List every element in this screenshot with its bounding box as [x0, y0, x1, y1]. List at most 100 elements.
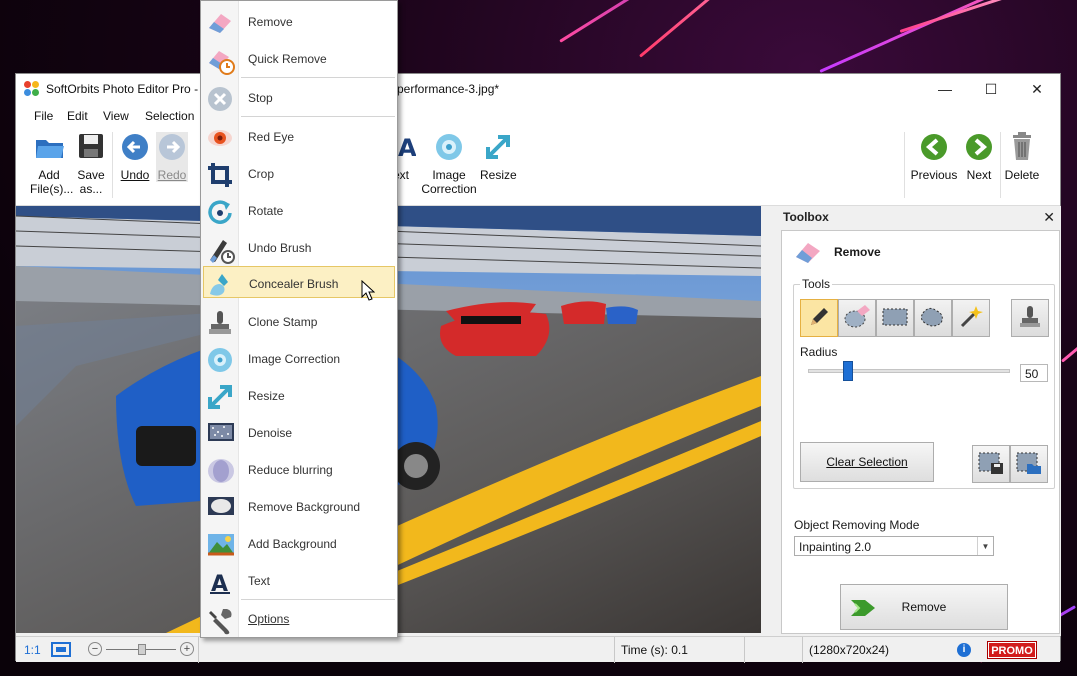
next-label: Next: [966, 168, 992, 182]
radius-value-field[interactable]: 50: [1020, 364, 1048, 382]
zoom-ratio-button[interactable]: 1:1: [24, 643, 41, 657]
lasso-tool-button[interactable]: [914, 299, 952, 337]
save-selection-icon: [977, 451, 1005, 478]
remove-button[interactable]: Remove: [840, 584, 1008, 630]
rectangle-select-icon: [881, 306, 909, 331]
menu-item-label: Resize: [248, 389, 285, 403]
menu-item-rotate[interactable]: Rotate: [203, 194, 395, 226]
zoom-out-icon[interactable]: −: [88, 642, 102, 656]
image-correction-button[interactable]: Image Correction: [418, 132, 480, 196]
image-correction-icon: [207, 347, 233, 373]
undo-label: Undo: [120, 168, 150, 182]
magic-wand-tool-button[interactable]: [952, 299, 990, 337]
menu-file[interactable]: File: [34, 109, 53, 123]
clear-selection-button[interactable]: Clear Selection: [800, 442, 934, 482]
object-mode-select[interactable]: Inpainting 2.0 ▼: [794, 536, 994, 556]
pencil-tool-button[interactable]: [800, 299, 838, 337]
crop-icon: [207, 162, 233, 188]
add-files-label-1: Add: [38, 168, 60, 182]
menu-item-label: Options: [248, 612, 290, 626]
menu-item-reduce-blurring[interactable]: Reduce blurring: [203, 453, 395, 485]
menu-item-label: Rotate: [248, 204, 284, 218]
menu-item-label: Red Eye: [248, 130, 295, 144]
image-correction-icon: [434, 132, 464, 162]
menu-separator: [241, 116, 395, 117]
radius-value: 50: [1025, 367, 1039, 381]
add-files-button[interactable]: Add File(s)...: [30, 132, 73, 196]
menu-item-resize[interactable]: Resize: [203, 379, 395, 411]
undo-button[interactable]: Undo: [119, 132, 151, 182]
save-selection-button[interactable]: [972, 445, 1010, 483]
close-button[interactable]: ✕: [1014, 74, 1060, 104]
undo-brush-icon: [207, 236, 235, 264]
mouse-cursor-icon: [361, 279, 376, 305]
toolbox-close-icon[interactable]: ✕: [1043, 209, 1055, 226]
remove-mode-header: Remove: [792, 239, 992, 267]
eraser-icon: [207, 10, 233, 36]
zoom-thumb[interactable]: [138, 644, 146, 655]
menu-item-label: Image Correction: [248, 352, 341, 366]
trash-icon: [1007, 132, 1037, 162]
red-eye-icon: [207, 125, 233, 151]
load-selection-button[interactable]: [1010, 445, 1048, 483]
menu-item-label: Remove Background: [248, 500, 361, 514]
radius-slider[interactable]: [808, 361, 1010, 381]
status-empty-cell: [198, 637, 614, 663]
menu-item-label: Denoise: [248, 426, 293, 440]
info-icon[interactable]: i: [957, 643, 971, 657]
toolbar-separator: [1000, 132, 1001, 198]
promo-badge[interactable]: PROMO: [987, 641, 1037, 659]
menu-item-crop[interactable]: Crop: [203, 157, 395, 189]
image-correction-label-2: Correction: [421, 182, 477, 196]
eraser-tool-button[interactable]: [838, 299, 876, 337]
menu-item-undo-brush[interactable]: Undo Brush: [203, 231, 395, 264]
delete-label: Delete: [1004, 168, 1040, 182]
stamp-tool-button[interactable]: [1011, 299, 1049, 337]
quick-remove-icon: [207, 47, 235, 75]
rotate-icon: [207, 199, 233, 225]
menu-view[interactable]: View: [103, 109, 129, 123]
menu-item-remove-background[interactable]: Remove Background: [203, 490, 395, 522]
next-arrow-icon: [964, 132, 994, 162]
save-as-button[interactable]: Save as...: [76, 132, 106, 196]
toolbox-title: Toolbox: [783, 210, 829, 224]
app-window: SoftOrbits Photo Editor Pro - performanc…: [15, 73, 1061, 663]
menu-item-image-correction[interactable]: Image Correction: [203, 342, 395, 374]
minimize-button[interactable]: —: [922, 74, 968, 104]
menu-item-stop[interactable]: Stop: [203, 81, 395, 113]
rect-select-tool-button[interactable]: [876, 299, 914, 337]
menu-selection[interactable]: Selection: [145, 109, 194, 123]
radius-slider-thumb[interactable]: [843, 361, 853, 381]
fit-screen-icon[interactable]: [50, 641, 72, 662]
toolbox-header: Toolbox ✕: [779, 206, 1061, 228]
menu-item-label: Clone Stamp: [248, 315, 318, 329]
menu-item-denoise[interactable]: Denoise: [203, 416, 395, 448]
redo-label: Redo: [157, 168, 187, 182]
menu-item-label: Text: [248, 574, 271, 588]
menu-item-red-eye[interactable]: Red Eye: [203, 120, 395, 152]
menu-item-text[interactable]: A Text: [203, 564, 395, 597]
resize-button[interactable]: Resize: [480, 132, 517, 182]
menu-item-label: Concealer Brush: [249, 277, 339, 291]
redo-button[interactable]: Redo: [156, 132, 188, 182]
menu-item-remove[interactable]: Remove: [203, 5, 395, 37]
tools-group: Tools Radius 50 Clear Selection: [793, 277, 1055, 489]
remove-arrow-icon: [849, 596, 877, 623]
dimensions-text: (1280x720x24): [809, 643, 890, 657]
svg-text:A: A: [211, 572, 228, 595]
menu-item-options[interactable]: Options: [203, 602, 395, 635]
stamp-icon: [1019, 304, 1041, 333]
delete-button[interactable]: Delete: [1004, 132, 1040, 182]
maximize-button[interactable]: ☐: [968, 74, 1014, 104]
menu-edit[interactable]: Edit: [67, 109, 88, 123]
next-button[interactable]: Next: [962, 132, 996, 182]
time-text: Time (s): 0.1: [621, 643, 688, 657]
menu-item-quick-remove[interactable]: Quick Remove: [203, 42, 395, 75]
menu-item-label: Add Background: [248, 537, 337, 551]
wallpaper-streak: [819, 0, 1022, 73]
previous-button[interactable]: Previous: [909, 132, 959, 182]
zoom-slider[interactable]: − +: [86, 641, 196, 659]
menu-item-clone-stamp[interactable]: Clone Stamp: [203, 305, 395, 337]
zoom-in-icon[interactable]: +: [180, 642, 194, 656]
menu-item-add-background[interactable]: Add Background: [203, 527, 395, 559]
